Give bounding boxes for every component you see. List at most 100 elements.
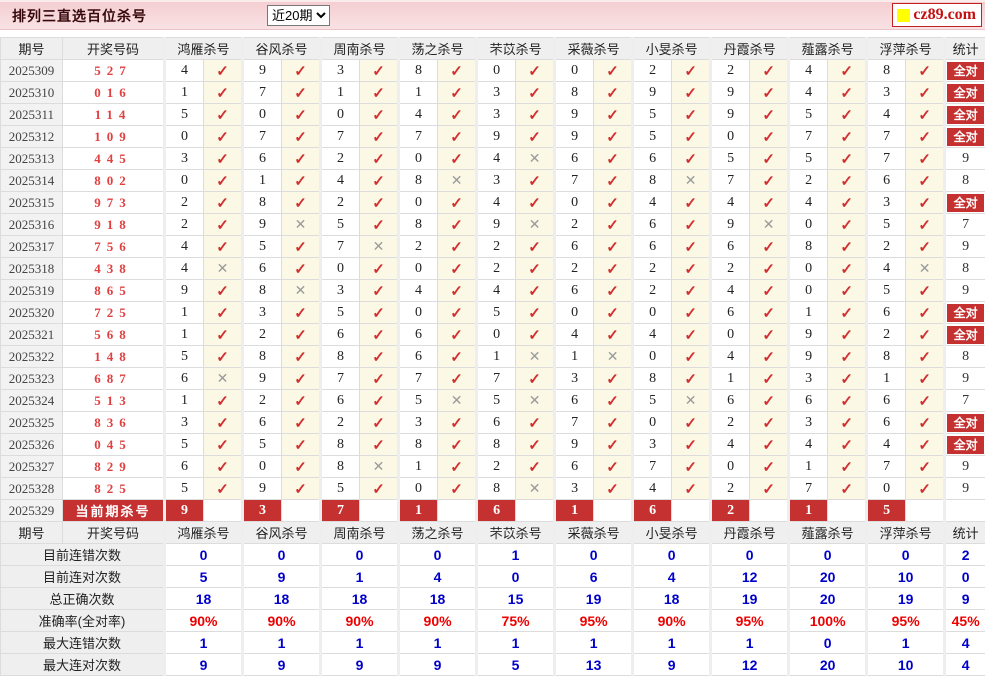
check-icon: ✓ bbox=[372, 194, 385, 212]
kill-mark-cell: ✕ bbox=[671, 389, 712, 412]
stats-value: 9 bbox=[162, 653, 244, 676]
kill-number: 2 bbox=[475, 257, 517, 280]
column-header: 采薇杀号 bbox=[553, 521, 634, 544]
kill-number: 8 bbox=[319, 433, 361, 456]
check-icon: ✓ bbox=[216, 480, 229, 498]
site-logo[interactable]: cz89.com bbox=[892, 3, 982, 27]
kill-number: 1 bbox=[163, 323, 204, 346]
kill-mark-cell: ✓ bbox=[437, 323, 478, 346]
kill-mark-cell: ✓ bbox=[437, 477, 478, 500]
kill-number: 5 bbox=[319, 477, 361, 500]
kill-number: 8 bbox=[319, 345, 361, 368]
stats-value: 1 bbox=[865, 631, 946, 654]
kill-mark-cell: ✓ bbox=[827, 279, 868, 302]
column-header: 统计 bbox=[943, 37, 985, 60]
check-icon: ✓ bbox=[372, 260, 385, 278]
check-icon: ✓ bbox=[372, 106, 385, 124]
kill-mark-cell: ✓ bbox=[827, 59, 868, 82]
stats-row: 目前连错次数 0 0 0 0 1 0 0 0 0 0 2 bbox=[0, 543, 985, 566]
stats-total: 4 bbox=[943, 631, 985, 654]
kill-number: 6 bbox=[631, 147, 673, 170]
check-icon: ✓ bbox=[606, 458, 619, 476]
kill-number: 5 bbox=[865, 279, 907, 302]
check-icon: ✓ bbox=[684, 194, 697, 212]
kill-mark-cell: ✓ bbox=[905, 81, 946, 104]
kill-number: 6 bbox=[709, 301, 751, 324]
kill-number: 0 bbox=[475, 59, 517, 82]
kill-number: 4 bbox=[631, 323, 673, 346]
check-icon: ✓ bbox=[528, 304, 541, 322]
check-icon: ✓ bbox=[918, 216, 931, 234]
kill-number: 8 bbox=[631, 367, 673, 390]
check-icon: ✓ bbox=[606, 216, 619, 234]
row-stat bbox=[943, 499, 985, 522]
kill-mark-cell: ✓ bbox=[437, 59, 478, 82]
kill-mark-cell: ✓ bbox=[515, 279, 556, 302]
kill-number: 2 bbox=[631, 279, 673, 302]
kill-mark-cell: ✓ bbox=[593, 455, 634, 478]
kill-number: 0 bbox=[319, 257, 361, 280]
kill-number: 7 bbox=[241, 125, 283, 148]
kill-mark-cell: ✓ bbox=[827, 323, 868, 346]
kill-mark-cell: ✓ bbox=[359, 103, 400, 126]
check-icon: ✓ bbox=[372, 150, 385, 168]
table-row: 2025309 527 4 ✓ 9 ✓ 3 ✓ 8 ✓ 0 ✓ 0 ✓ 2 ✓ 2 ✓ 4 ✓ 8 ✓ 全对 bbox=[0, 59, 985, 82]
kill-number: 9 bbox=[553, 103, 595, 126]
stats-value: 13 bbox=[553, 653, 634, 676]
check-icon: ✓ bbox=[528, 414, 541, 432]
check-icon: ✓ bbox=[294, 458, 307, 476]
row-stat: 8 bbox=[943, 169, 985, 192]
kill-mark-cell: ✓ bbox=[593, 103, 634, 126]
kill-mark-cell: ✓ bbox=[515, 367, 556, 390]
period-range-select[interactable]: 近20期 bbox=[267, 5, 330, 26]
kill-mark-cell: ✓ bbox=[905, 433, 946, 456]
table-row: 2025320 725 1 ✓ 3 ✓ 5 ✓ 0 ✓ 5 ✓ 0 ✓ 0 ✓ 6 ✓ 1 ✓ 6 ✓ 全对 bbox=[0, 301, 985, 324]
check-icon: ✓ bbox=[372, 392, 385, 410]
check-icon: ✓ bbox=[684, 260, 697, 278]
kill-mark-cell: ✓ bbox=[281, 147, 322, 170]
kill-mark-cell: ✓ bbox=[593, 279, 634, 302]
kill-number: 2 bbox=[397, 235, 439, 258]
check-icon: ✓ bbox=[918, 304, 931, 322]
check-icon: ✓ bbox=[216, 304, 229, 322]
check-icon: ✓ bbox=[840, 370, 853, 388]
stats-value: 90% bbox=[319, 609, 400, 632]
kill-mark-cell: ✓ bbox=[593, 433, 634, 456]
kill-mark-cell: ✓ bbox=[671, 477, 712, 500]
kill-mark-cell: ✓ bbox=[281, 389, 322, 412]
kill-mark-cell: ✓ bbox=[905, 59, 946, 82]
kill-number: 7 bbox=[397, 125, 439, 148]
kill-mark-cell: ✓ bbox=[202, 59, 244, 82]
kill-number: 0 bbox=[475, 323, 517, 346]
kill-mark-cell: ✓ bbox=[437, 147, 478, 170]
check-icon: ✓ bbox=[294, 194, 307, 212]
kill-number: 8 bbox=[865, 59, 907, 82]
kill-mark-cell: ✓ bbox=[671, 455, 712, 478]
stats-value: 12 bbox=[709, 653, 790, 676]
current-kill-number: 6 bbox=[631, 499, 673, 522]
check-icon: ✓ bbox=[918, 326, 931, 344]
kill-mark-cell: ✓ bbox=[202, 455, 244, 478]
row-stat: 9 bbox=[943, 455, 985, 478]
current-kill-mark-cell bbox=[202, 499, 244, 522]
kill-mark-cell: ✓ bbox=[359, 59, 400, 82]
check-icon: ✓ bbox=[840, 260, 853, 278]
kill-number: 7 bbox=[397, 367, 439, 390]
draw-number: 865 bbox=[62, 279, 165, 302]
check-icon: ✓ bbox=[606, 414, 619, 432]
check-icon: ✓ bbox=[840, 194, 853, 212]
stats-value: 0 bbox=[787, 543, 868, 566]
check-icon: ✓ bbox=[684, 150, 697, 168]
kill-mark-cell: ✓ bbox=[593, 411, 634, 434]
kill-mark-cell: ✓ bbox=[359, 81, 400, 104]
check-icon: ✓ bbox=[606, 194, 619, 212]
stats-value: 90% bbox=[397, 609, 478, 632]
kill-number: 4 bbox=[865, 257, 907, 280]
check-icon: ✓ bbox=[294, 128, 307, 146]
check-icon: ✓ bbox=[372, 414, 385, 432]
check-icon: ✓ bbox=[216, 106, 229, 124]
check-icon: ✓ bbox=[684, 436, 697, 454]
kill-mark-cell: ✓ bbox=[202, 323, 244, 346]
kill-mark-cell: ✓ bbox=[281, 367, 322, 390]
draw-number: 148 bbox=[62, 345, 165, 368]
